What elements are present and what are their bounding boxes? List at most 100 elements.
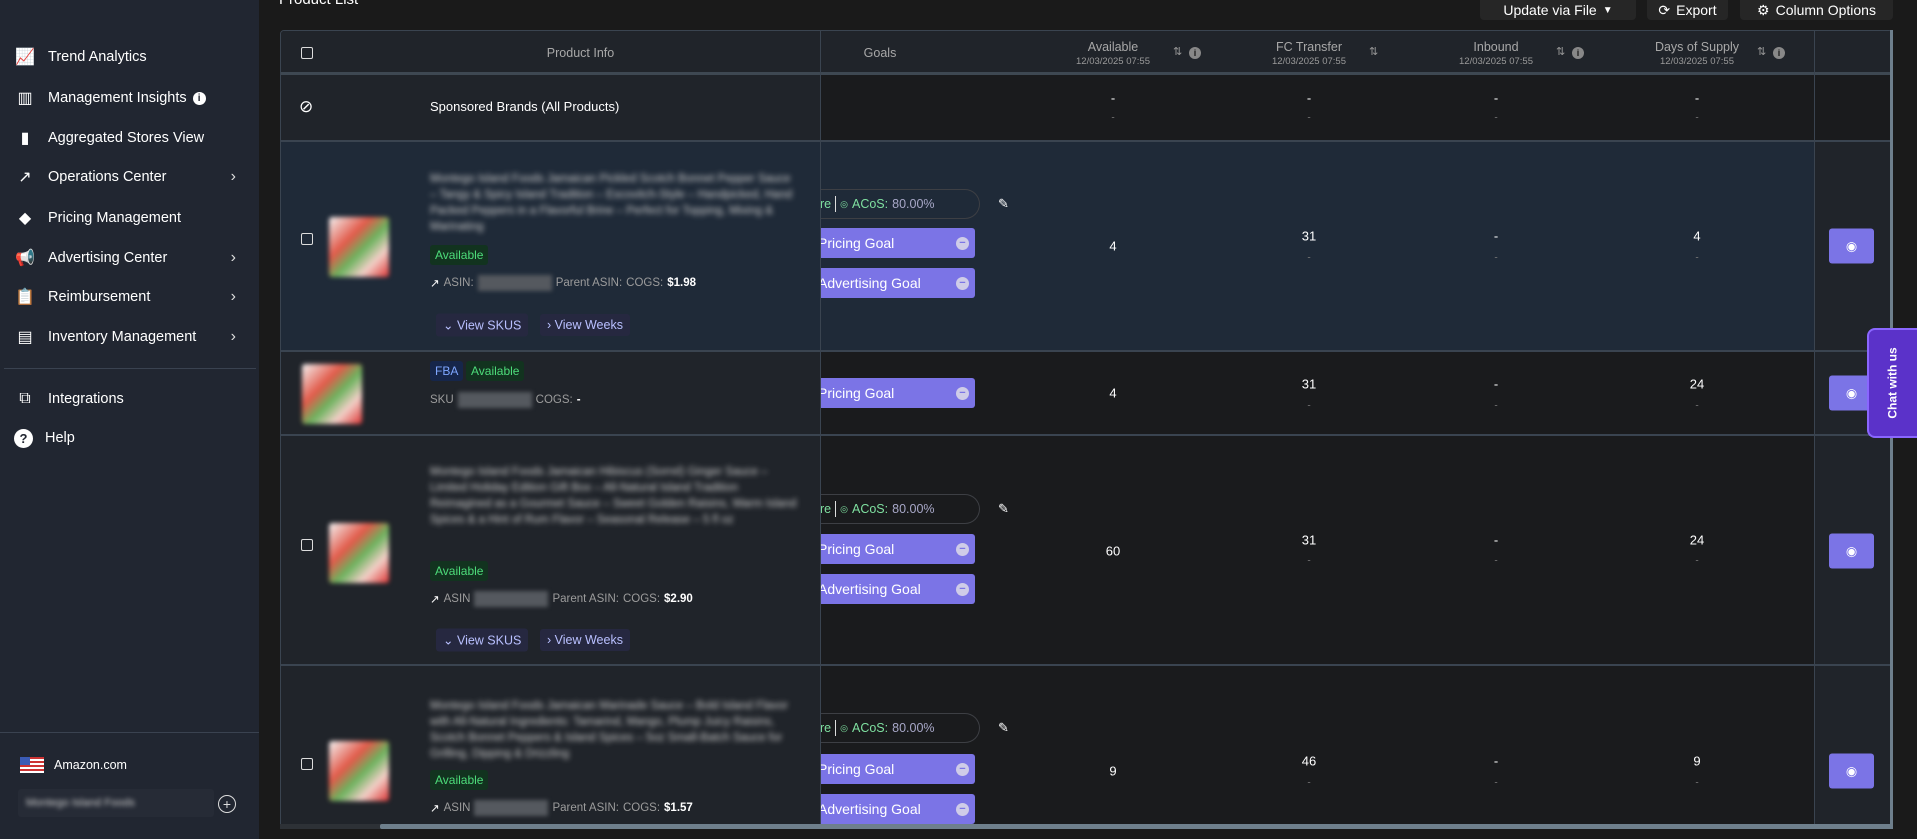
sidebar-item-integrations[interactable]: ⧉ Integrations (14, 384, 244, 414)
metric-sub: - (1494, 777, 1498, 789)
pricing-goal-label: Pricing Goal (820, 761, 895, 777)
sku-row: FBA Available SKU COGS: - Pricing Goal −4 31- - -… (281, 352, 1892, 436)
pricing-goal-button[interactable]: Pricing Goal − (820, 754, 975, 784)
marketplace-selector[interactable]: Amazon.com (20, 750, 250, 780)
horizontal-scrollbar-thumb[interactable] (380, 824, 1893, 829)
status-badge: Available (430, 770, 489, 790)
sidebar-item-aggregated-stores-view[interactable]: ▮ Aggregated Stores View (14, 123, 244, 153)
select-all-checkbox[interactable] (301, 47, 313, 59)
edit-pencil-icon[interactable]: ✎ (998, 720, 1009, 736)
metric-sub: - (1695, 252, 1699, 264)
advertising-goal-button[interactable]: Advertising Goal − (820, 794, 975, 824)
parent-asin-label: Parent ASIN: (552, 593, 619, 605)
product-title[interactable]: Montego Island Foods Jamaican Marinade S… (430, 698, 800, 762)
sidebar-item-help[interactable]: ? Help (14, 423, 244, 453)
goal-summary-pill[interactable]: re ◎ ACoS: 80.00% (820, 713, 980, 743)
sort-icon[interactable]: ⇅ (1369, 45, 1378, 58)
advertising-goal-button[interactable]: Advertising Goal − (820, 574, 975, 604)
info-icon[interactable]: i (1773, 47, 1785, 59)
row-checkbox[interactable] (301, 233, 313, 245)
sidebar-item-pricing-management[interactable]: ◆ Pricing Management (14, 203, 244, 233)
acos-label: ACoS: (851, 502, 889, 516)
external-link-icon[interactable]: ↗ (430, 592, 440, 606)
info-icon[interactable]: i (1189, 47, 1201, 59)
asin-label: ASIN: (443, 277, 474, 289)
product-title[interactable]: Montego Island Foods Jamaican Hibiscus (… (430, 464, 800, 528)
export-button[interactable]: ⟳ Export (1647, 0, 1728, 20)
metric-sub: - (1695, 112, 1699, 124)
caret-down-icon: ▼ (1602, 4, 1613, 16)
pricing-goal-button[interactable]: Pricing Goal − (820, 228, 975, 258)
view-details-button[interactable]: ◉ (1829, 533, 1874, 569)
cogs-value: - (576, 394, 581, 406)
view-weeks-button[interactable]: › View Weeks (540, 629, 630, 651)
metric-sub: - (1494, 555, 1498, 567)
pricing-goal-button[interactable]: Pricing Goal − (820, 534, 975, 564)
metric-value: - (1493, 228, 1499, 244)
hidden-eye-icon[interactable]: ⊘ (299, 97, 313, 117)
header-fc-transfer[interactable]: FC Transfer 12/03/2025 07:55 (1249, 31, 1369, 75)
remove-icon[interactable]: − (956, 542, 969, 556)
view-skus-button[interactable]: ⌄ View SKUS (436, 313, 529, 337)
status-badge: Available (466, 361, 525, 381)
sidebar-item-management-insights[interactable]: ▥ Management Insights i (14, 83, 244, 113)
asin-line: ↗ ASIN Parent ASIN: COGS: $2.90 (430, 591, 693, 607)
header-inbound[interactable]: Inbound 12/03/2025 07:55 (1436, 31, 1556, 75)
sidebar-item-inventory-management[interactable]: ▤ Inventory Management › (14, 322, 244, 352)
metric-sub: - (1494, 112, 1498, 124)
update-via-file-button[interactable]: Update via File ▼ (1480, 0, 1636, 20)
sidebar-item-operations-center[interactable]: ↗ Operations Center › (14, 162, 244, 192)
sidebar-item-advertising-center[interactable]: 📢 Advertising Center › (14, 243, 244, 273)
advertising-goal-label: Advertising Goal (820, 581, 921, 597)
sidebar-item-label: Pricing Management (48, 210, 181, 226)
goals-cell: re ◎ ACoS: 80.00% ✎ Pricing Goal − Advertising … (820, 436, 1055, 664)
advertising-goal-button[interactable]: Advertising Goal − (820, 268, 975, 298)
sort-icon[interactable]: ⇅ (1173, 45, 1182, 58)
pricing-goal-button[interactable]: Pricing Goal − (820, 378, 975, 408)
product-image[interactable] (329, 741, 389, 801)
chat-with-us-button[interactable]: Chat with us (1867, 328, 1917, 438)
sort-icon[interactable]: ⇅ (1757, 45, 1766, 58)
row-checkbox[interactable] (301, 758, 313, 770)
external-link-icon[interactable]: ↗ (430, 276, 440, 290)
sort-icon[interactable]: ⇅ (1556, 45, 1565, 58)
column-options-button[interactable]: ⚙ Column Options (1740, 0, 1893, 20)
store-selector[interactable]: Montego Island Foods (18, 789, 214, 817)
product-table: Product Info Goals Available 12/03/2025 0… (280, 30, 1893, 829)
bars-icon: ▮ (20, 130, 30, 147)
sidebar-item-label: Help (45, 430, 75, 446)
view-skus-button[interactable]: ⌄ View SKUS (436, 628, 529, 652)
edit-pencil-icon[interactable]: ✎ (998, 501, 1009, 517)
external-link-icon[interactable]: ↗ (430, 801, 440, 815)
remove-icon[interactable]: − (956, 802, 969, 816)
edit-pencil-icon[interactable]: ✎ (998, 196, 1009, 212)
sidebar-item-trend-analytics[interactable]: 📈 Trend Analytics (14, 42, 244, 72)
row-checkbox[interactable] (301, 539, 313, 551)
sidebar-item-label: Inventory Management (48, 329, 197, 345)
help-icon: ? (14, 428, 33, 448)
product-image[interactable] (329, 217, 389, 277)
remove-icon[interactable]: − (956, 582, 969, 596)
view-weeks-button[interactable]: › View Weeks (540, 314, 630, 336)
metric-value: 4 (1693, 228, 1701, 244)
info-icon[interactable]: i (192, 91, 206, 105)
remove-icon[interactable]: − (956, 236, 969, 250)
header-available[interactable]: Available 12/03/2025 07:55 (1053, 31, 1173, 75)
remove-icon[interactable]: − (956, 386, 969, 400)
product-title[interactable]: Montego Island Foods Jamaican Pickled Sc… (430, 171, 800, 235)
info-icon[interactable]: i (1572, 47, 1584, 59)
metric-sub: - (1494, 400, 1498, 412)
add-store-icon[interactable]: + (218, 795, 236, 813)
remove-icon[interactable]: − (956, 762, 969, 776)
goal-summary-pill[interactable]: re ◎ ACoS: 80.00% (820, 494, 980, 524)
goal-summary-pill[interactable]: re ◎ ACoS: 80.00% (820, 189, 980, 219)
view-details-button[interactable]: ◉ (1829, 228, 1874, 264)
header-timestamp: 12/03/2025 07:55 (1660, 55, 1734, 67)
view-details-button[interactable]: ◉ (1829, 753, 1874, 789)
remove-icon[interactable]: − (956, 276, 969, 290)
header-days-of-supply[interactable]: Days of Supply 12/03/2025 07:55 (1637, 31, 1757, 75)
product-image[interactable] (329, 523, 389, 583)
sidebar-item-reimbursement[interactable]: 📋 Reimbursement › (14, 282, 244, 312)
product-image[interactable] (302, 364, 362, 424)
metric-value: 4 (1109, 238, 1117, 254)
